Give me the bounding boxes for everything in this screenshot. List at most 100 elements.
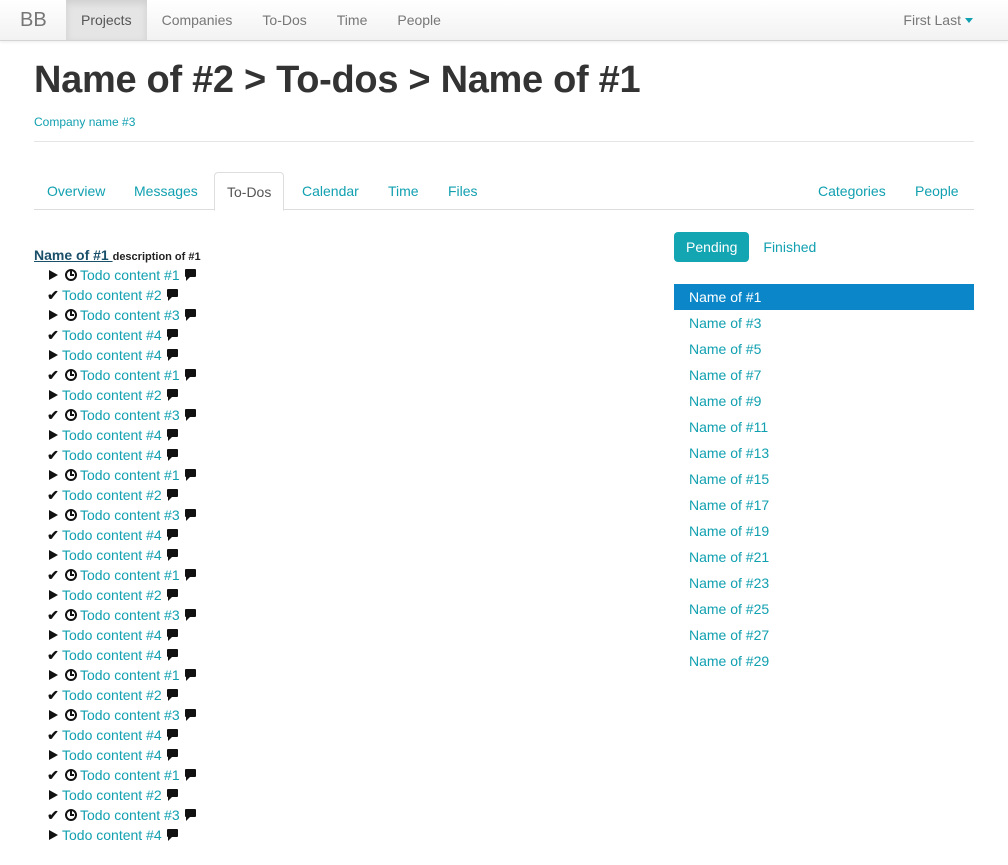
todolist-nav-item[interactable]: Name of #29 <box>674 648 974 674</box>
comment-icon[interactable] <box>166 729 178 741</box>
comment-icon[interactable] <box>184 269 196 281</box>
comment-icon[interactable] <box>184 469 196 481</box>
todolist-nav-item[interactable]: Name of #5 <box>674 336 974 362</box>
comment-icon[interactable] <box>166 689 178 701</box>
checkmark-icon[interactable]: ✔ <box>44 287 62 304</box>
expand-arrow-icon[interactable] <box>44 588 62 603</box>
todolist-nav-item[interactable]: Name of #25 <box>674 596 974 622</box>
nav-item-time[interactable]: Time <box>322 0 383 40</box>
comment-icon[interactable] <box>166 349 178 361</box>
todo-content-link[interactable]: Todo content #4 <box>62 327 162 343</box>
tab-overview[interactable]: Overview <box>34 172 118 210</box>
nav-item-todos[interactable]: To-Dos <box>247 0 321 40</box>
todo-content-link[interactable]: Todo content #4 <box>62 547 162 563</box>
checkmark-icon[interactable]: ✔ <box>44 727 62 744</box>
comment-icon[interactable] <box>166 449 178 461</box>
comment-icon[interactable] <box>184 369 196 381</box>
todo-content-link[interactable]: Todo content #2 <box>62 487 162 503</box>
tab-files[interactable]: Files <box>435 172 491 210</box>
checkmark-icon[interactable]: ✔ <box>44 607 62 624</box>
company-link[interactable]: Company name #3 <box>34 115 135 129</box>
todo-content-link[interactable]: Todo content #4 <box>62 627 162 643</box>
todo-content-link[interactable]: Todo content #3 <box>80 607 180 623</box>
expand-arrow-icon[interactable] <box>44 508 62 523</box>
tab-todos[interactable]: To-Dos <box>214 172 285 211</box>
todolist-nav-item[interactable]: Name of #15 <box>674 466 974 492</box>
checkmark-icon[interactable]: ✔ <box>44 447 62 464</box>
comment-icon[interactable] <box>166 289 178 301</box>
todo-content-link[interactable]: Todo content #3 <box>80 707 180 723</box>
expand-arrow-icon[interactable] <box>44 348 62 363</box>
expand-arrow-icon[interactable] <box>44 748 62 763</box>
comment-icon[interactable] <box>166 429 178 441</box>
tab-messages[interactable]: Messages <box>121 172 211 210</box>
checkmark-icon[interactable]: ✔ <box>44 327 62 344</box>
todo-content-link[interactable]: Todo content #2 <box>62 587 162 603</box>
comment-icon[interactable] <box>184 409 196 421</box>
todo-content-link[interactable]: Todo content #1 <box>80 367 180 383</box>
comment-icon[interactable] <box>166 529 178 541</box>
todo-content-link[interactable]: Todo content #4 <box>62 647 162 663</box>
filter-pending[interactable]: Pending <box>674 232 750 262</box>
expand-arrow-icon[interactable] <box>44 708 62 723</box>
todo-content-link[interactable]: Todo content #3 <box>80 807 180 823</box>
todo-content-link[interactable]: Todo content #4 <box>62 347 162 363</box>
expand-arrow-icon[interactable] <box>44 668 62 683</box>
user-menu[interactable]: First Last <box>903 0 973 40</box>
nav-item-people[interactable]: People <box>382 0 456 40</box>
expand-arrow-icon[interactable] <box>44 548 62 563</box>
todolist-nav-item[interactable]: Name of #21 <box>674 544 974 570</box>
comment-icon[interactable] <box>184 769 196 781</box>
todo-content-link[interactable]: Todo content #3 <box>80 407 180 423</box>
comment-icon[interactable] <box>184 609 196 621</box>
comment-icon[interactable] <box>166 389 178 401</box>
todo-content-link[interactable]: Todo content #4 <box>62 447 162 463</box>
comment-icon[interactable] <box>166 489 178 501</box>
todolist-nav-item[interactable]: Name of #27 <box>674 622 974 648</box>
checkmark-icon[interactable]: ✔ <box>44 767 62 784</box>
comment-icon[interactable] <box>184 569 196 581</box>
checkmark-icon[interactable]: ✔ <box>44 647 62 664</box>
comment-icon[interactable] <box>184 509 196 521</box>
todo-content-link[interactable]: Todo content #4 <box>62 747 162 763</box>
todolist-nav-item[interactable]: Name of #11 <box>674 414 974 440</box>
todo-content-link[interactable]: Todo content #1 <box>80 767 180 783</box>
todolist-nav-item[interactable]: Name of #13 <box>674 440 974 466</box>
checkmark-icon[interactable]: ✔ <box>44 807 62 824</box>
comment-icon[interactable] <box>184 809 196 821</box>
expand-arrow-icon[interactable] <box>44 828 62 843</box>
checkmark-icon[interactable]: ✔ <box>44 367 62 384</box>
todo-content-link[interactable]: Todo content #2 <box>62 387 162 403</box>
tab-people[interactable]: People <box>902 172 972 210</box>
comment-icon[interactable] <box>166 829 178 841</box>
todo-content-link[interactable]: Todo content #4 <box>62 827 162 843</box>
todo-content-link[interactable]: Todo content #4 <box>62 427 162 443</box>
todolist-nav-item[interactable]: Name of #3 <box>674 310 974 336</box>
todolist-name[interactable]: Name of #1 <box>34 247 113 263</box>
expand-arrow-icon[interactable] <box>44 788 62 803</box>
todo-content-link[interactable]: Todo content #1 <box>80 567 180 583</box>
comment-icon[interactable] <box>166 649 178 661</box>
todolist-nav-item[interactable]: Name of #23 <box>674 570 974 596</box>
todolist-nav-item[interactable]: Name of #19 <box>674 518 974 544</box>
todo-content-link[interactable]: Todo content #1 <box>80 467 180 483</box>
checkmark-icon[interactable]: ✔ <box>44 407 62 424</box>
comment-icon[interactable] <box>184 669 196 681</box>
comment-icon[interactable] <box>184 309 196 321</box>
tab-time[interactable]: Time <box>375 172 432 210</box>
todo-content-link[interactable]: Todo content #3 <box>80 307 180 323</box>
todo-content-link[interactable]: Todo content #1 <box>80 267 180 283</box>
todo-content-link[interactable]: Todo content #4 <box>62 727 162 743</box>
tab-calendar[interactable]: Calendar <box>289 172 372 210</box>
expand-arrow-icon[interactable] <box>44 468 62 483</box>
todo-content-link[interactable]: Todo content #3 <box>80 507 180 523</box>
brand-logo[interactable]: BB <box>20 9 47 31</box>
filter-finished[interactable]: Finished <box>751 232 828 262</box>
todo-content-link[interactable]: Todo content #2 <box>62 787 162 803</box>
todolist-nav-item[interactable]: Name of #1 <box>674 284 974 310</box>
expand-arrow-icon[interactable] <box>44 308 62 323</box>
nav-item-projects[interactable]: Projects <box>66 0 147 40</box>
checkmark-icon[interactable]: ✔ <box>44 687 62 704</box>
expand-arrow-icon[interactable] <box>44 388 62 403</box>
todo-content-link[interactable]: Todo content #4 <box>62 527 162 543</box>
